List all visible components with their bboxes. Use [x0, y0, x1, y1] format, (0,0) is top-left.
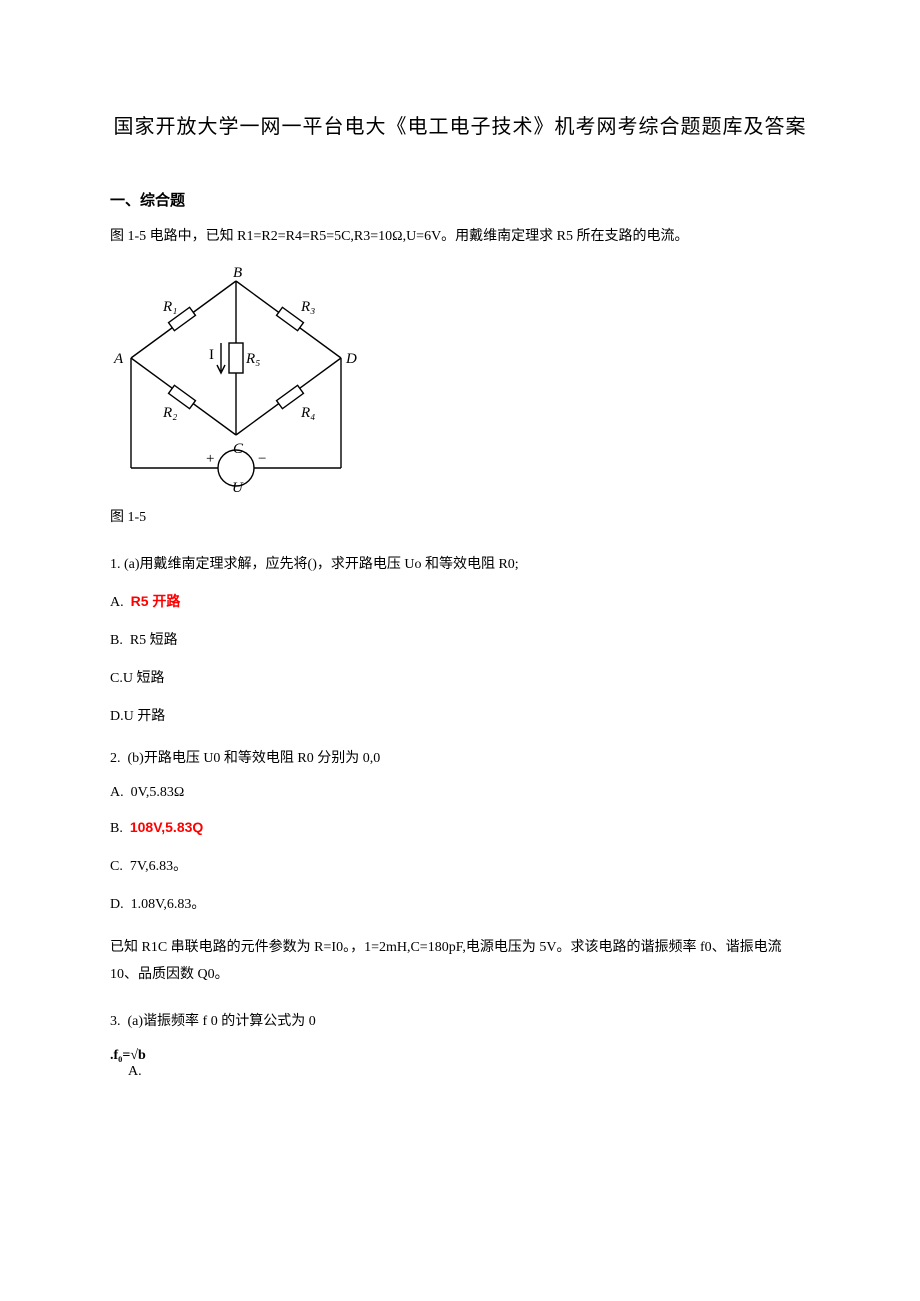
- q1-b-label: B.: [110, 633, 123, 648]
- q1-option-d: D.U 开路: [110, 705, 810, 725]
- q2-a-label: A.: [110, 785, 124, 800]
- q3-number: 3.: [110, 1014, 121, 1029]
- q1-b-text: R5 短路: [130, 633, 178, 648]
- q2-d-text: 1.08V,6.83。: [131, 897, 206, 912]
- r3-label: R₃: [300, 299, 315, 315]
- intro-paragraph-1: 图 1-5 电路中，已知 R1=R2=R4=R5=5C,R3=10Ω,U=6V。…: [110, 224, 810, 251]
- q1-a-text: R5 开路: [131, 593, 181, 609]
- q2-option-a: A. 0V,5.83Ω: [110, 785, 810, 801]
- circuit-diagram: B A D C R₁ R₃ R₂ R₄ R₅ I U + −: [106, 263, 810, 493]
- q2-a-text: 0V,5.83Ω: [131, 785, 185, 800]
- q1-c-text: U 短路: [123, 671, 165, 686]
- q1-option-b: B. R5 短路: [110, 629, 810, 649]
- q2-number: 2.: [110, 751, 121, 766]
- node-c-label: C: [233, 441, 244, 457]
- question-2: 2. (b)开路电压 U0 和等效电阻 R0 分别为 0,0: [110, 747, 810, 767]
- plus-label: +: [206, 451, 214, 467]
- source-u-label: U: [232, 480, 244, 493]
- minus-label: −: [258, 451, 266, 467]
- q2-text: (b)开路电压 U0 和等效电阻 R0 分别为 0,0: [128, 751, 381, 766]
- q2-c-label: C.: [110, 859, 123, 874]
- section-heading: 一、综合题: [110, 189, 810, 210]
- intro-paragraph-2: 已知 R1C 串联电路的元件参数为 R=I0。，1=2mH,C=180pF,电源…: [110, 935, 810, 988]
- node-b-label: B: [233, 265, 242, 281]
- r5-label: R₅: [245, 351, 260, 367]
- question-3: 3. (a)谐振频率 f 0 的计算公式为 0: [110, 1010, 810, 1030]
- q3-option-a-label: A.: [128, 1064, 810, 1080]
- q1-a-label: A.: [110, 595, 124, 610]
- q1-text: (a)用戴维南定理求解，应先将()，求开路电压 Uo 和等效电阻 R0;: [124, 557, 519, 572]
- q2-d-label: D.: [110, 897, 124, 912]
- q1-number: 1.: [110, 557, 121, 572]
- q1-d-text: U 开路: [124, 709, 166, 724]
- page: 国家开放大学一网一平台电大《电工电子技术》机考网考综合题题库及答案 一、综合题 …: [0, 0, 920, 1120]
- r4-label: R₄: [300, 405, 315, 421]
- q2-c-text: 7V,6.83。: [130, 859, 187, 874]
- q3-formula: .f₀=√b: [110, 1048, 810, 1064]
- figure-caption: 图 1-5: [110, 505, 810, 532]
- q2-option-d: D. 1.08V,6.83。: [110, 893, 810, 913]
- document-title: 国家开放大学一网一平台电大《电工电子技术》机考网考综合题题库及答案: [110, 110, 810, 139]
- current-i-label: I: [209, 347, 214, 363]
- q1-option-c: C.U 短路: [110, 667, 810, 687]
- q2-b-text: 108V,5.83Q: [130, 819, 203, 835]
- q3-text: (a)谐振频率 f 0 的计算公式为 0: [128, 1014, 316, 1029]
- r1-label: R₁: [162, 299, 177, 315]
- q1-c-label: C.: [110, 671, 123, 686]
- q1-option-a: A. R5 开路: [110, 591, 810, 611]
- q2-option-b: B. 108V,5.83Q: [110, 819, 810, 837]
- q2-b-label: B.: [110, 821, 123, 836]
- q1-d-label: D.: [110, 709, 124, 724]
- node-a-label: A: [113, 351, 124, 367]
- r2-label: R₂: [162, 405, 177, 421]
- question-1: 1. (a)用戴维南定理求解，应先将()，求开路电压 Uo 和等效电阻 R0;: [110, 553, 810, 573]
- q2-option-c: C. 7V,6.83。: [110, 855, 810, 875]
- node-d-label: D: [345, 351, 357, 367]
